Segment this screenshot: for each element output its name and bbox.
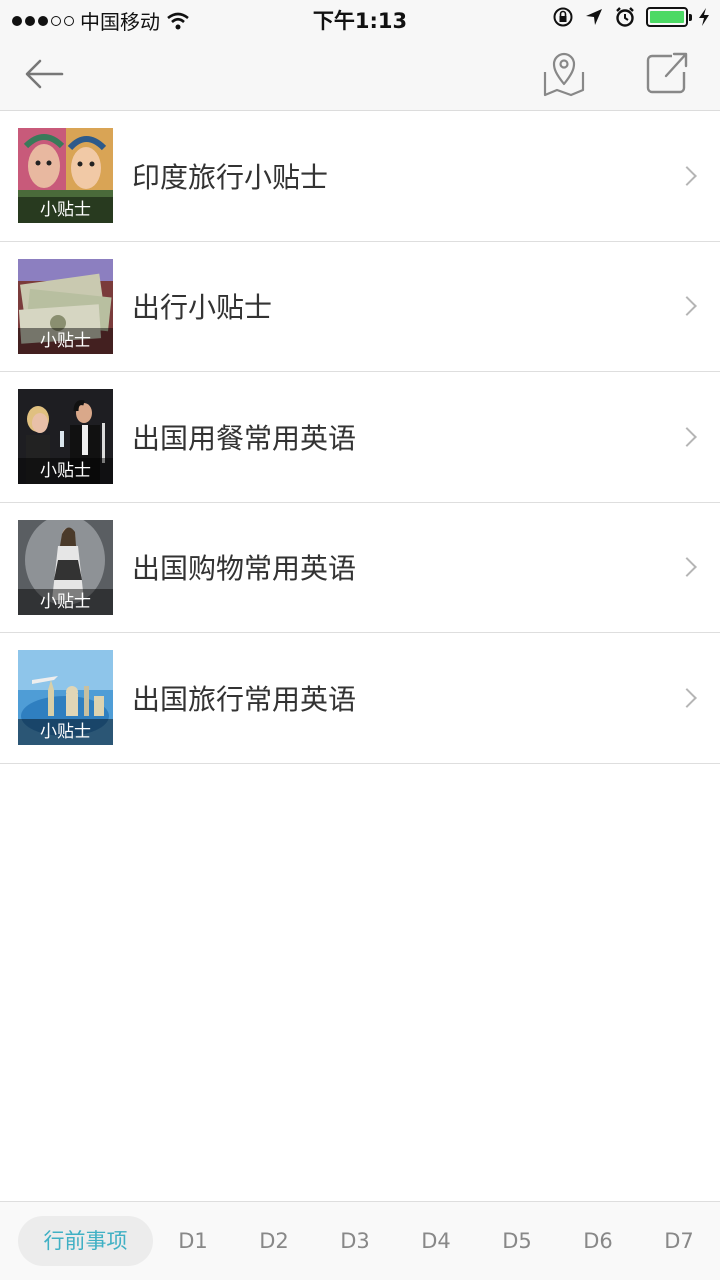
rotation-lock-icon	[553, 7, 573, 27]
tab-d6[interactable]: D6	[568, 1216, 628, 1266]
list-item-title: 出国购物常用英语	[132, 552, 357, 586]
tab-d1[interactable]: D1	[163, 1216, 223, 1266]
battery-level	[650, 11, 684, 23]
alarm-icon	[616, 7, 634, 27]
thumbnail-badge: 小贴士	[18, 719, 113, 745]
list-item-title: 出行小贴士	[132, 291, 273, 325]
tab-pre-trip[interactable]: 行前事项	[18, 1216, 153, 1266]
list-item-dining-english[interactable]: 小贴士 出国用餐常用英语	[0, 372, 720, 503]
list-item-travel-english[interactable]: 小贴士 出国旅行常用英语	[0, 633, 720, 764]
share-icon[interactable]	[642, 50, 692, 98]
tips-list: 小贴士 印度旅行小贴士 小贴士 出行小贴士 小贴士 出国用餐常用英语 小贴士 出…	[0, 111, 720, 764]
charging-icon	[699, 8, 709, 26]
list-item-title: 出国用餐常用英语	[132, 421, 357, 455]
tab-d7[interactable]: D7	[649, 1216, 709, 1266]
status-right	[552, 6, 710, 28]
tab-d3[interactable]: D3	[325, 1216, 385, 1266]
chevron-right-icon	[677, 165, 697, 186]
list-item-shopping-english[interactable]: 小贴士 出国购物常用英语	[0, 503, 720, 633]
thumbnail-dining: 小贴士	[18, 389, 113, 484]
day-tab-bar: 行前事项 D1 D2 D3 D4 D5 D6 D7	[0, 1201, 720, 1280]
tab-d4[interactable]: D4	[406, 1216, 466, 1266]
chevron-right-icon	[677, 557, 697, 578]
thumbnail-badge: 小贴士	[18, 197, 113, 223]
thumbnail-travel: 小贴士	[18, 650, 113, 745]
thumbnail-badge: 小贴士	[18, 458, 113, 484]
nav-bar	[0, 36, 720, 111]
list-item-title: 印度旅行小贴士	[132, 160, 329, 194]
status-bar: 中国移动 下午1:13	[0, 0, 720, 36]
location-arrow-icon	[586, 9, 602, 25]
list-item-travel-tips[interactable]: 小贴士 出行小贴士	[0, 242, 720, 372]
map-pin-icon[interactable]	[540, 50, 588, 98]
thumbnail-badge: 小贴士	[18, 327, 113, 354]
chevron-right-icon	[677, 687, 697, 708]
thumbnail-badge: 小贴士	[18, 588, 113, 615]
chevron-right-icon	[677, 426, 697, 447]
battery-icon	[646, 7, 692, 27]
thumbnail-india: 小贴士	[18, 128, 113, 223]
back-arrow-icon[interactable]	[20, 52, 68, 96]
thumbnail-shopping: 小贴士	[18, 519, 113, 615]
thumbnail-money: 小贴士	[18, 258, 113, 354]
tab-d5[interactable]: D5	[487, 1216, 547, 1266]
list-item-title: 出国旅行常用英语	[132, 682, 357, 716]
chevron-right-icon	[677, 296, 697, 317]
tab-d2[interactable]: D2	[244, 1216, 304, 1266]
list-item-india-tips[interactable]: 小贴士 印度旅行小贴士	[0, 111, 720, 242]
